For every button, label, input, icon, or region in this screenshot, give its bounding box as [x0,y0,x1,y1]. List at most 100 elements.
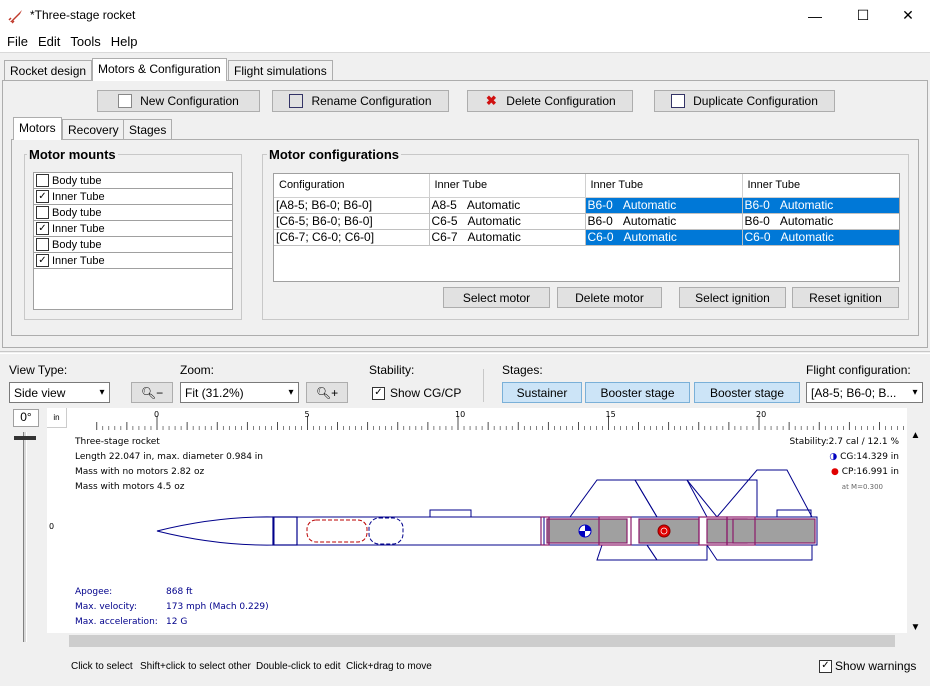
apogee-label: Apogee: [75,587,113,597]
horizontal-ruler: 0 5 10 15 20 [67,408,907,430]
stage-booster-2-button[interactable]: Booster stage [694,382,800,403]
sustainer-body-tube[interactable] [273,516,545,546]
velocity-value: 173 mph (Mach 0.229) [166,602,269,612]
motor-mount-label: Body tube [52,174,102,187]
sustainer-fin[interactable] [569,479,658,518]
config-cell[interactable]: B6-0 Automatic [585,213,743,230]
checkbox-checked-icon[interactable]: ✓ [36,190,49,203]
rocket-canvas[interactable]: Three-stage rocket Length 22.047 in, max… [67,430,907,633]
checkbox-unchecked-icon[interactable] [36,206,49,219]
reset-ignition-button[interactable]: Reset ignition [792,287,899,308]
vertical-scrollbar[interactable]: ▲ ▼ [907,430,924,633]
new-configuration-button[interactable]: New Configuration [97,90,260,112]
checkbox-unchecked-icon[interactable] [36,238,49,251]
tab-motors[interactable]: Motors [13,117,62,140]
config-row[interactable]: [C6-5; B6-0; B6-0] C6-5 Automatic B6-0 Aut… [274,213,899,230]
rename-configuration-button[interactable]: Rename Configuration [272,90,449,112]
zoom-in-button[interactable]: 🔍︎+ [306,382,348,403]
zoom-out-button[interactable]: 🔍︎− [131,382,173,403]
flight-config-select[interactable]: [A8-5; B6-0; B... ▾ [806,382,923,403]
col-header-inner-tube-2[interactable]: Inner Tube [585,174,743,198]
rotation-slider-thumb[interactable] [14,436,36,440]
booster-1-fin-lower[interactable] [646,544,708,561]
motor-designation: C6-5 [431,214,458,228]
motor-mount-item[interactable]: ✓ Inner Tube [34,221,232,237]
zoom-out-icon: 🔍︎− [140,385,164,400]
minimize-icon[interactable]: — [792,0,838,31]
motor-mount-item[interactable]: Body tube [34,173,232,189]
col-header-inner-tube-1[interactable]: Inner Tube [429,174,586,198]
config-cell[interactable]: B6-0 Automatic [585,197,743,214]
bulkhead[interactable] [272,516,298,546]
config-cell[interactable]: A8-5 Automatic [429,197,586,214]
scroll-up-icon[interactable]: ▲ [907,430,924,441]
motor-mount-item[interactable]: Body tube [34,205,232,221]
ruler-label: 5 [305,410,310,419]
config-row[interactable]: [A8-5; B6-0; B6-0] A8-5 Automatic B6-0 Aut… [274,197,899,214]
delete-motor-button[interactable]: Delete motor [557,287,662,308]
splitter[interactable] [0,351,930,354]
menu-file[interactable]: File [2,34,33,49]
nose-cone[interactable] [156,516,275,546]
motor-mount-label: Body tube [52,238,102,251]
launch-lug[interactable] [429,509,472,518]
maximize-icon[interactable]: ☐ [840,0,886,31]
motor-delay: Automatic [466,198,521,212]
motor-mount-item[interactable]: Body tube [34,237,232,253]
menu-tools[interactable]: Tools [65,34,105,49]
config-cell[interactable]: B6-0 Automatic [742,213,899,230]
menu-edit[interactable]: Edit [33,34,65,49]
motor-designation: B6-0 [744,198,770,212]
select-motor-button[interactable]: Select motor [443,287,550,308]
config-cell[interactable]: [C6-5; B6-0; B6-0] [274,213,430,230]
motor-mount-item[interactable]: ✓ Inner Tube [34,253,232,269]
duplicate-configuration-button[interactable]: Duplicate Configuration [654,90,835,112]
delete-configuration-button[interactable]: ✖ Delete Configuration [467,90,633,112]
tab-stages[interactable]: Stages [123,119,173,140]
tab-rocket-design[interactable]: Rocket design [4,60,93,81]
config-cell[interactable]: C6-7 Automatic [429,229,586,246]
booster-1-fin[interactable] [634,479,708,518]
checkbox-checked-icon[interactable]: ✓ [36,254,49,267]
horizontal-scroll-thumb[interactable] [69,635,895,647]
scroll-down-icon[interactable]: ▼ [907,622,924,633]
stages-label: Stages: [502,363,543,377]
vertical-ruler: 0 [47,428,67,633]
checkbox-unchecked-icon[interactable] [36,174,49,187]
motor-booster-2[interactable] [732,518,816,544]
tab-motors-configuration[interactable]: Motors & Configuration [92,58,227,81]
delete-x-icon: ✖ [485,93,497,108]
config-row[interactable]: [C6-7; C6-0; C6-0] C6-7 Automatic C6-0 Aut… [274,229,899,246]
shock-cord[interactable] [368,517,404,545]
zoom-select[interactable]: Fit (31.2%) ▾ [180,382,299,403]
rotation-slider-track[interactable] [23,432,27,642]
config-cell[interactable]: B6-0 Automatic [742,197,899,214]
close-icon[interactable]: ✕ [885,0,930,31]
menu-help[interactable]: Help [106,34,143,49]
config-cell[interactable]: [C6-7; C6-0; C6-0] [274,229,430,246]
motor-designation: B6-0 [744,214,770,228]
horizontal-scrollbar[interactable] [67,633,907,650]
config-cell[interactable]: [A8-5; B6-0; B6-0] [274,197,430,214]
tab-recovery[interactable]: Recovery [62,119,125,140]
show-warnings-checkbox[interactable]: ✓ Show warnings [819,659,916,673]
show-cgcp-checkbox[interactable]: ✓ Show CG/CP [372,386,461,400]
col-header-inner-tube-3[interactable]: Inner Tube [742,174,899,198]
rotation-value[interactable]: 0° [13,409,39,427]
select-ignition-button[interactable]: Select ignition [679,287,786,308]
stage-booster-1-button[interactable]: Booster stage [585,382,690,403]
view-type-select[interactable]: Side view ▾ [9,382,110,403]
checkbox-checked-icon[interactable]: ✓ [36,222,49,235]
booster-2-fin-lower[interactable] [706,544,813,561]
parachute[interactable] [306,519,368,543]
launch-lug-2[interactable] [776,509,812,518]
col-header-configuration[interactable]: Configuration [274,174,430,198]
config-cell[interactable]: C6-5 Automatic [429,213,586,230]
motor-mount-item[interactable]: ✓ Inner Tube [34,189,232,205]
config-cell[interactable]: C6-0 Automatic [585,229,743,246]
tab-flight-simulations[interactable]: Flight simulations [228,60,333,81]
config-cell[interactable]: C6-0 Automatic [742,229,899,246]
stage-sustainer-button[interactable]: Sustainer [502,382,582,403]
rename-config-label: Rename Configuration [311,94,432,108]
motor-designation: A8-5 [431,198,457,212]
